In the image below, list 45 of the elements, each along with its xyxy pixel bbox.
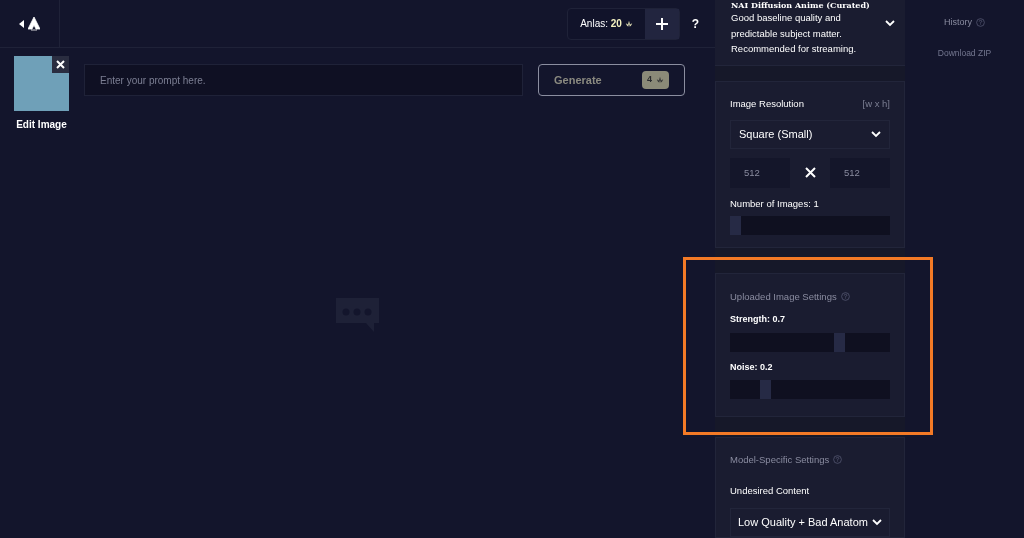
plus-icon	[655, 17, 668, 30]
history-title: History	[944, 16, 985, 30]
width-input[interactable]: 512	[730, 157, 790, 188]
chevron-down-icon	[872, 519, 882, 526]
anlas-icon	[656, 76, 664, 84]
back-arrow-icon[interactable]	[19, 19, 24, 28]
slider-thumb[interactable]	[834, 332, 846, 352]
section-title: Model-Specific Settings	[730, 452, 890, 467]
section-title: Uploaded Image Settings	[730, 289, 890, 305]
model-description: Good baseline quality and predictable subject matter. Recommended for streaming.	[731, 11, 858, 56]
add-anlas-button[interactable]	[644, 8, 679, 39]
chevron-down-icon	[871, 130, 881, 138]
cost-badge: 4	[642, 71, 669, 89]
edit-image-label[interactable]: Edit Image	[16, 117, 67, 132]
model-name: NAI Diffusion Anime (Curated)	[731, 0, 871, 10]
help-icon[interactable]	[833, 455, 843, 465]
slider-label: Noise: 0.2	[730, 360, 774, 374]
logo-icon[interactable]	[28, 16, 40, 31]
chevron-down-icon	[885, 20, 895, 27]
help-button[interactable]: ?	[691, 14, 699, 33]
slider-label: Strength: 0.7	[730, 313, 787, 327]
close-icon	[56, 60, 65, 69]
help-icon[interactable]	[840, 292, 850, 302]
generate-button[interactable]: Generate 4	[538, 64, 685, 96]
prompt-input[interactable]: Enter your prompt here.	[84, 64, 523, 96]
download-zip-button[interactable]: Download ZIP	[937, 46, 992, 60]
anlas-label: Anlas: 20	[568, 16, 645, 31]
times-icon	[804, 167, 816, 179]
height-input[interactable]: 512	[830, 157, 890, 188]
value-slider[interactable]	[730, 380, 890, 400]
section-title: Image Resolution	[730, 97, 804, 112]
close-button[interactable]	[52, 56, 69, 73]
image-count-label: Number of Images: 1	[730, 196, 820, 211]
slider-thumb[interactable]	[759, 380, 771, 400]
anlas-icon	[624, 20, 633, 29]
undesired-content-dropdown[interactable]: Low Quality + Bad Anatom	[730, 508, 890, 537]
model-card[interactable]: NAI Diffusion Anime (Curated) Good baseline quality and predictable subject matter. Recommended for streaming.	[715, 0, 905, 67]
image-count-slider[interactable]	[730, 215, 890, 235]
photo-placeholder[interactable]	[14, 56, 69, 111]
undesired-content-label: Undesired Content	[730, 483, 811, 498]
value-slider[interactable]	[730, 332, 890, 352]
help-icon[interactable]	[976, 18, 985, 28]
resolution-dropdown[interactable]: Square (Small)	[730, 119, 890, 149]
dimension-hint: [w x h]	[862, 97, 890, 112]
slider-thumb[interactable]	[730, 215, 741, 235]
